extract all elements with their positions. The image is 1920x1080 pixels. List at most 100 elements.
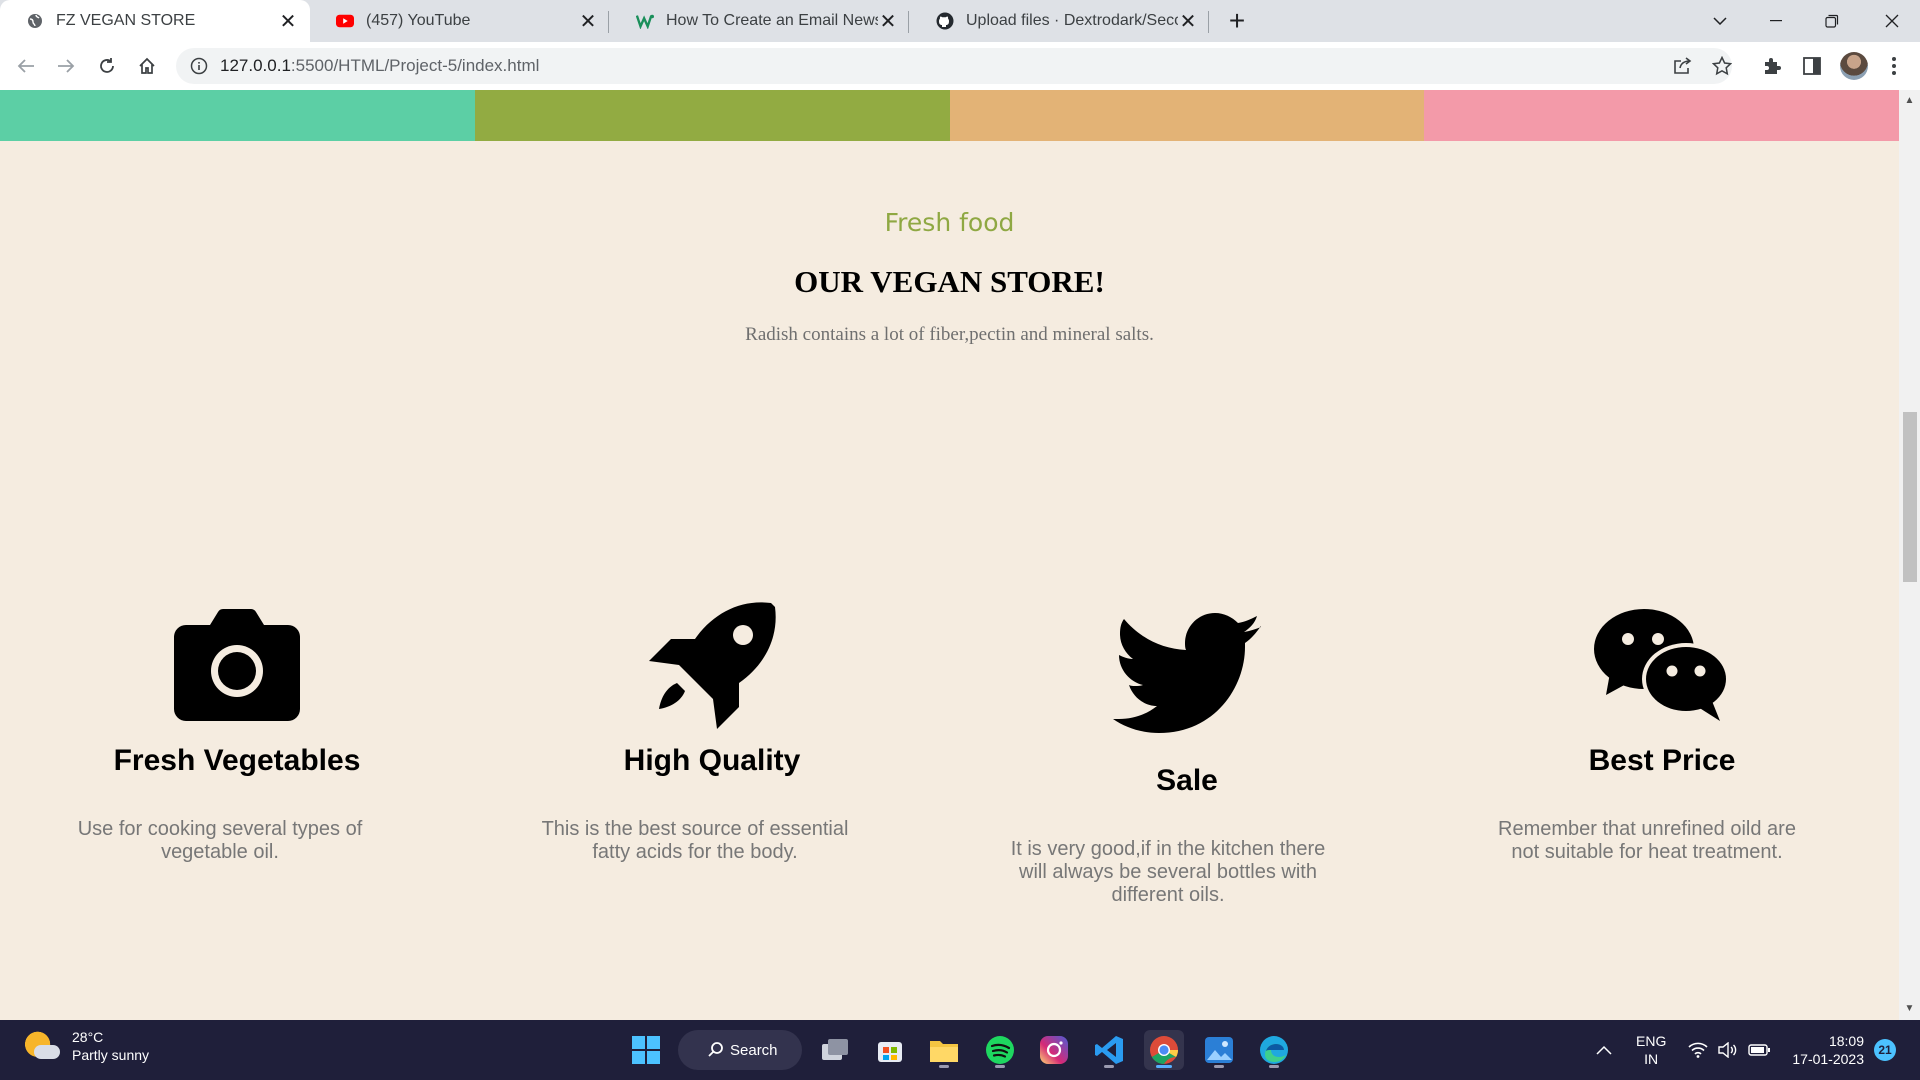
- running-indicator: [939, 1065, 949, 1068]
- profile-avatar[interactable]: [1840, 52, 1868, 80]
- twitter-bird-icon: [1107, 600, 1267, 750]
- w-logo-icon: [636, 12, 654, 30]
- feature-card-sale: Sale It is very good,if in the kitchen t…: [950, 600, 1424, 907]
- feature-text: Remember that unrefined oild are not sui…: [1498, 818, 1796, 863]
- feature-card-best-price: Best Price Remember that unrefined oild …: [1425, 600, 1899, 864]
- github-icon: [936, 12, 954, 30]
- start-button[interactable]: [626, 1030, 666, 1070]
- edge-icon[interactable]: [1254, 1030, 1294, 1070]
- notification-badge[interactable]: 21: [1874, 1039, 1896, 1061]
- restore-icon[interactable]: [1804, 0, 1860, 42]
- vscode-icon[interactable]: [1089, 1030, 1129, 1070]
- reload-icon[interactable]: [91, 50, 123, 82]
- volume-icon[interactable]: [1718, 1020, 1738, 1080]
- tab-email-newsletter[interactable]: How To Create an Email Newsletter ✕: [610, 0, 910, 42]
- running-indicator: [1269, 1065, 1279, 1068]
- tab-title: (457) YouTube: [366, 12, 471, 29]
- tab-title: FZ VEGAN STORE: [56, 12, 196, 29]
- partly-sunny-icon: [24, 1029, 60, 1063]
- search-icon: [708, 1042, 723, 1057]
- tab-strip: FZ VEGAN STORE ✕ (457) YouTube ✕ How To …: [0, 0, 1920, 42]
- feature-title: High Quality: [623, 744, 801, 777]
- url-host: 127.0.0.1: [220, 56, 291, 75]
- weather-widget[interactable]: 28°C Partly sunny: [24, 1028, 149, 1064]
- page-viewport: Fresh food OUR VEGAN STORE! Radish conta…: [0, 90, 1899, 1020]
- color-block-green: [0, 90, 475, 141]
- tab-divider: [608, 11, 609, 33]
- color-block-pink: [1424, 90, 1899, 141]
- running-indicator: [1214, 1065, 1224, 1068]
- feature-title: Sale: [1156, 764, 1218, 797]
- feature-card-high-quality: High Quality This is the best source of …: [475, 600, 949, 864]
- task-view-icon[interactable]: [815, 1030, 855, 1070]
- file-explorer-icon[interactable]: [924, 1030, 964, 1070]
- home-icon[interactable]: [131, 50, 163, 82]
- show-hidden-icons-chevron[interactable]: [1596, 1020, 1612, 1080]
- running-indicator: [1104, 1065, 1114, 1068]
- url-text: 127.0.0.1:5500/HTML/Project-5/index.html: [220, 56, 539, 76]
- search-label: Search: [730, 1041, 778, 1059]
- feature-title: Best Price: [1588, 744, 1736, 777]
- feature-title: Fresh Vegetables: [113, 744, 361, 777]
- bookmark-star-icon[interactable]: [1710, 54, 1734, 78]
- tab-search-chevron-icon[interactable]: [1692, 0, 1748, 42]
- tab-title: Upload files · Dextrodark/Second: [966, 12, 1178, 29]
- windows-taskbar: 28°C Partly sunny Search ENG IN 18:09 17…: [0, 1020, 1920, 1080]
- weather-description: Partly sunny: [72, 1047, 150, 1063]
- kebab-menu-icon[interactable]: [1882, 54, 1906, 78]
- close-icon[interactable]: ✕: [1178, 9, 1198, 34]
- wechat-icon: [1582, 600, 1742, 730]
- instagram-icon[interactable]: [1034, 1030, 1074, 1070]
- color-block-olive: [474, 90, 950, 141]
- section-lead: Radish contains a lot of fiber,pectin an…: [745, 324, 1154, 345]
- address-bar[interactable]: 127.0.0.1:5500/HTML/Project-5/index.html: [176, 48, 1732, 84]
- side-panel-icon[interactable]: [1800, 54, 1824, 78]
- scroll-up-arrow-icon[interactable]: ▲: [1899, 92, 1920, 110]
- close-window-icon[interactable]: [1864, 0, 1920, 42]
- microsoft-store-icon[interactable]: [870, 1030, 910, 1070]
- running-indicator: [995, 1065, 1005, 1068]
- camera-icon: [157, 600, 317, 730]
- feature-text: It is very good,if in the kitchen there …: [1010, 838, 1326, 906]
- extensions-puzzle-icon[interactable]: [1760, 54, 1784, 78]
- clock-time: 18:09: [1828, 1033, 1864, 1049]
- color-band: [0, 90, 1899, 141]
- system-clock[interactable]: 18:09 17-01-2023: [1786, 1032, 1864, 1068]
- taskbar-search-button[interactable]: Search: [678, 1030, 802, 1070]
- youtube-icon: [336, 12, 354, 30]
- close-icon[interactable]: ✕: [878, 9, 898, 34]
- tab-fz-vegan-store[interactable]: FZ VEGAN STORE ✕: [0, 0, 310, 42]
- back-arrow-icon[interactable]: [10, 50, 42, 82]
- running-indicator: [1156, 1065, 1172, 1068]
- weather-temperature: 28°C: [72, 1029, 104, 1045]
- wifi-icon[interactable]: [1688, 1020, 1708, 1080]
- battery-icon[interactable]: [1748, 1020, 1770, 1080]
- photos-icon[interactable]: [1199, 1030, 1239, 1070]
- clock-date: 17-01-2023: [1792, 1051, 1864, 1067]
- feature-text: This is the best source of essential fat…: [541, 818, 849, 863]
- scroll-down-arrow-icon[interactable]: ▼: [1899, 1000, 1920, 1018]
- section-eyebrow: Fresh food: [884, 208, 1015, 237]
- url-path: :5500/HTML/Project-5/index.html: [290, 56, 540, 75]
- tab-github-upload[interactable]: Upload files · Dextrodark/Second ✕: [910, 0, 1210, 42]
- chrome-icon[interactable]: [1144, 1030, 1184, 1070]
- forward-arrow-icon[interactable]: [50, 50, 82, 82]
- tab-title: How To Create an Email Newsletter: [666, 12, 878, 29]
- feature-card-fresh-vegetables: Fresh Vegetables Use for cooking several…: [0, 600, 474, 864]
- spotify-icon[interactable]: [980, 1030, 1020, 1070]
- globe-icon: [26, 12, 44, 30]
- new-tab-button[interactable]: +: [1220, 4, 1254, 38]
- close-icon[interactable]: ✕: [278, 9, 298, 34]
- tab-youtube[interactable]: (457) YouTube ✕: [310, 0, 610, 42]
- language-region: IN: [1644, 1051, 1659, 1067]
- tab-divider: [1208, 11, 1209, 33]
- browser-toolbar: 127.0.0.1:5500/HTML/Project-5/index.html: [0, 42, 1920, 90]
- share-icon[interactable]: [1670, 54, 1694, 78]
- tab-divider: [908, 11, 909, 33]
- site-info-icon[interactable]: [188, 55, 210, 77]
- close-icon[interactable]: ✕: [578, 9, 598, 34]
- scrollbar-thumb[interactable]: [1903, 412, 1917, 582]
- minimize-icon[interactable]: [1748, 0, 1804, 42]
- input-language[interactable]: ENG IN: [1636, 1032, 1666, 1068]
- language-code: ENG: [1636, 1033, 1667, 1049]
